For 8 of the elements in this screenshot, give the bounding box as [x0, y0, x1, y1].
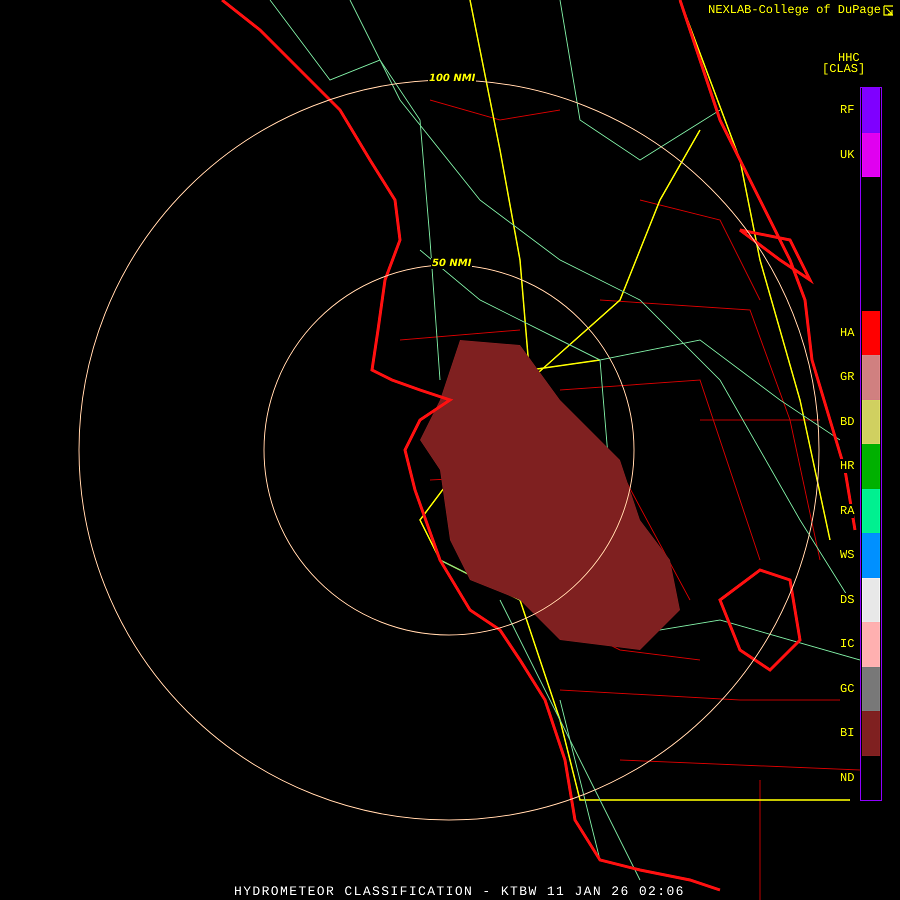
unit-label: [CLAS] — [822, 62, 866, 76]
arrow-box-icon[interactable] — [883, 4, 894, 16]
legend-label: HR — [840, 459, 854, 474]
range-ring-label: 100 NMI — [428, 73, 476, 84]
range-ring-label: 50 NMI — [431, 258, 472, 269]
product-caption: HYDROMETEOR CLASSIFICATION - KTBW 11 JAN 26 02:06 — [234, 884, 685, 899]
credit-text: NEXLAB-College of DuPage — [708, 3, 881, 17]
legend-label: RA — [840, 504, 854, 518]
